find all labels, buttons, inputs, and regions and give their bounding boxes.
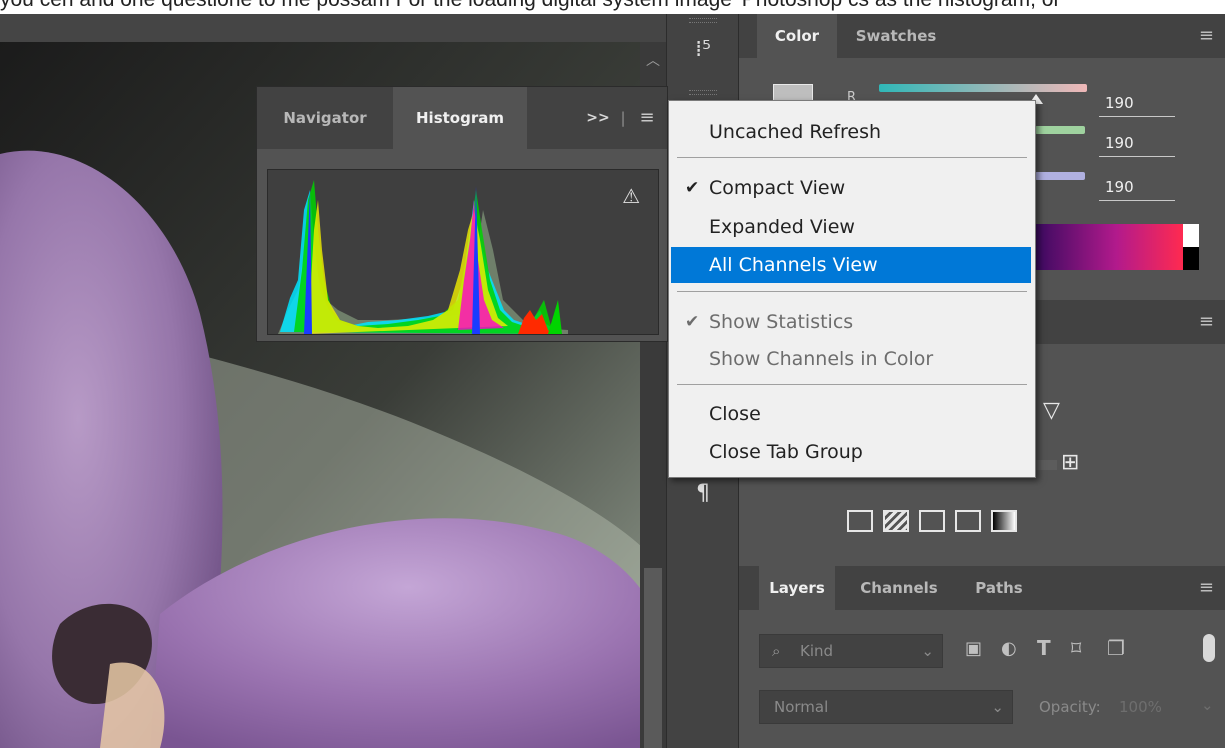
color-panel-tabbar: Color Swatches ≡ xyxy=(739,14,1225,58)
chevron-down-icon[interactable]: ⌄ xyxy=(1201,696,1214,714)
histogram-context-menu: Uncached Refresh ✔ Compact View Expanded… xyxy=(668,100,1036,478)
threshold-icon[interactable] xyxy=(919,510,945,532)
document-tab-strip xyxy=(0,14,666,42)
blend-mode-select[interactable]: Normal ⌄ xyxy=(759,690,1013,724)
g-value-field[interactable]: 190 xyxy=(1099,130,1175,157)
histogram-chart xyxy=(278,180,568,334)
histogram-panel: Navigator Histogram >> | ≡ ⚠ xyxy=(256,86,668,342)
selective-color-icon[interactable] xyxy=(955,510,981,532)
menu-item-close[interactable]: Close xyxy=(671,396,1031,432)
r-value-field[interactable]: 190 xyxy=(1099,90,1175,117)
search-icon: ⌕ xyxy=(772,642,781,660)
layer-kind-filter[interactable]: ⌕ Kind ⌄ xyxy=(759,634,943,668)
spectrum-black-swatch[interactable] xyxy=(1183,247,1199,270)
menu-item-uncached-refresh[interactable]: Uncached Refresh xyxy=(671,114,1031,150)
filter-toggle-switch[interactable] xyxy=(1203,634,1215,662)
b-value-field[interactable]: 190 xyxy=(1099,174,1175,201)
smart-object-filter-icon[interactable]: ❐ xyxy=(1107,636,1125,660)
panel-expand-button[interactable]: >> xyxy=(585,87,611,149)
paragraph-panel-icon[interactable]: ¶ xyxy=(689,480,717,508)
menu-item-expanded-view[interactable]: Expanded View xyxy=(671,209,1031,245)
color-lookup-grid-icon[interactable]: ⊞ xyxy=(1061,450,1079,475)
pixel-layer-filter-icon[interactable]: ▣ xyxy=(965,638,982,659)
panel-menu-icon[interactable]: ≡ xyxy=(633,87,661,149)
adjustment-layer-filter-icon[interactable]: ◐ xyxy=(1001,638,1017,659)
histogram-graph: ⚠ xyxy=(267,169,659,335)
type-layer-filter-icon[interactable]: T xyxy=(1037,636,1051,660)
opacity-label: Opacity: xyxy=(1039,698,1101,716)
tab-paths[interactable]: Paths xyxy=(961,566,1037,610)
menu-item-show-statistics[interactable]: ✔ Show Statistics xyxy=(671,304,1031,340)
tab-swatches[interactable]: Swatches xyxy=(841,14,951,58)
menu-separator xyxy=(677,384,1027,385)
kind-filter-label: Kind xyxy=(800,642,834,660)
opacity-value[interactable]: 100% xyxy=(1119,698,1162,716)
cache-warning-icon[interactable]: ⚠ xyxy=(622,184,640,208)
invert-icon[interactable] xyxy=(847,510,873,532)
caption-text: you cen and one questione to me possam F… xyxy=(0,0,1060,12)
checkmark-icon: ✔ xyxy=(685,312,700,332)
menu-separator xyxy=(677,157,1027,158)
scroll-up-arrow-icon[interactable]: ︿ xyxy=(640,48,666,74)
tab-channels[interactable]: Channels xyxy=(847,566,951,610)
color-spectrum-bar[interactable] xyxy=(1035,224,1183,270)
tab-histogram[interactable]: Histogram xyxy=(393,87,527,149)
gradient-map-triangle-icon[interactable]: ▽ xyxy=(1043,398,1060,423)
tab-navigator[interactable]: Navigator xyxy=(257,87,393,149)
scrollbar-thumb[interactable] xyxy=(644,568,662,748)
posterize-icon[interactable] xyxy=(883,510,909,532)
panel-menu-icon[interactable]: ≡ xyxy=(1199,566,1214,610)
blend-mode-value: Normal xyxy=(774,698,829,716)
gradient-map-icon[interactable] xyxy=(991,510,1017,532)
panel-menu-icon[interactable]: ≡ xyxy=(1199,300,1214,344)
dock-grip[interactable] xyxy=(689,18,717,23)
menu-item-all-channels-view[interactable]: All Channels View xyxy=(671,247,1031,283)
chevron-down-icon: ⌄ xyxy=(921,642,934,660)
r-slider[interactable] xyxy=(879,84,1087,92)
tab-color[interactable]: Color xyxy=(757,14,837,58)
checkmark-icon: ✔ xyxy=(685,178,700,198)
g-slider[interactable] xyxy=(1035,126,1085,134)
dock-grip[interactable] xyxy=(689,90,717,95)
menu-item-compact-view[interactable]: ✔ Compact View xyxy=(671,170,1031,206)
shape-layer-filter-icon[interactable]: ⌑ xyxy=(1071,636,1081,660)
tab-divider: | xyxy=(620,109,626,127)
spectrum-white-swatch[interactable] xyxy=(1183,224,1199,247)
menu-item-show-channels-in-color[interactable]: Show Channels in Color xyxy=(671,341,1031,377)
b-slider[interactable] xyxy=(1035,172,1085,180)
chevron-down-icon: ⌄ xyxy=(991,698,1004,716)
panel-menu-icon[interactable]: ≡ xyxy=(1199,14,1214,58)
tab-layers[interactable]: Layers xyxy=(759,566,835,610)
caption-strip: you cen and one questione to me possam F… xyxy=(0,0,1225,14)
menu-separator xyxy=(677,291,1027,292)
histogram-panel-tabbar: Navigator Histogram >> | ≡ xyxy=(257,87,667,149)
history-panel-icon[interactable]: ⁞⁵ xyxy=(689,36,717,64)
layers-panel-tabbar: Layers Channels Paths ≡ xyxy=(739,566,1225,610)
menu-item-close-tab-group[interactable]: Close Tab Group xyxy=(671,434,1031,470)
